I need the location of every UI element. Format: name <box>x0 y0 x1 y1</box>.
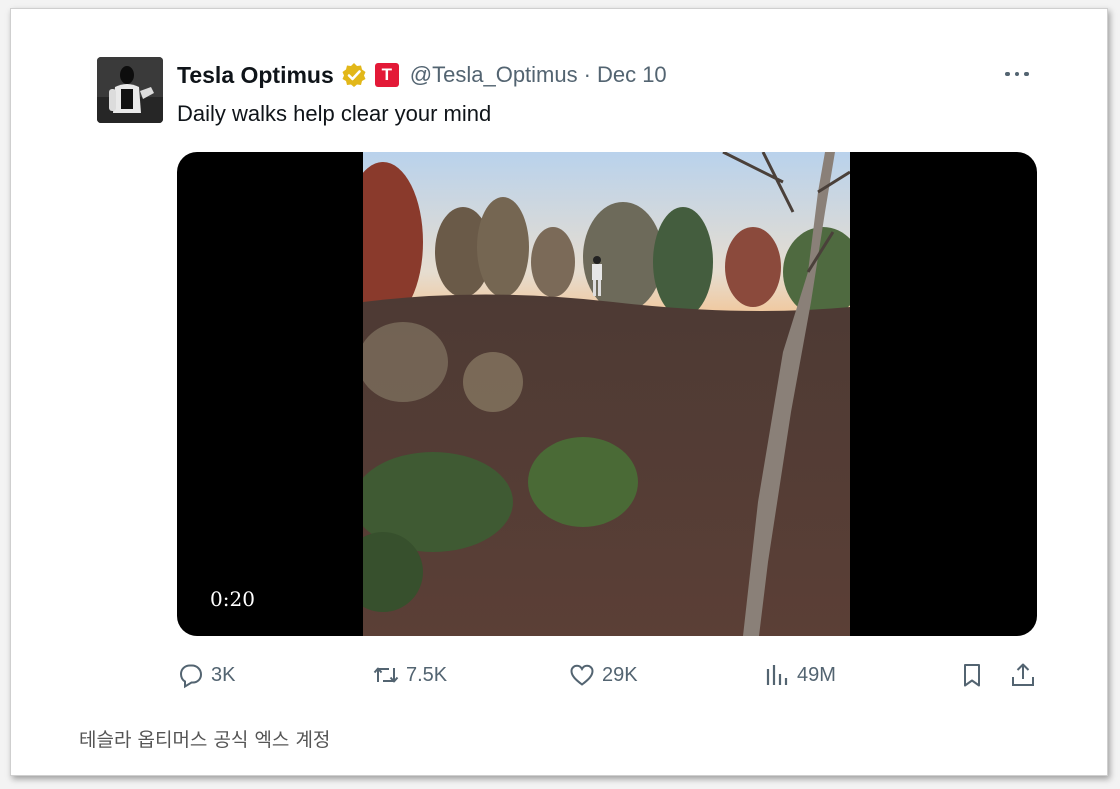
speech-bubble-icon <box>179 664 203 689</box>
more-horizontal-icon[interactable] <box>997 63 1037 85</box>
screenshot-frame: Tesla Optimus T @Tesla_Optimus · Dec 10 … <box>10 8 1108 776</box>
share-button[interactable] <box>1009 659 1037 691</box>
repost-button[interactable]: 7.5K <box>372 659 447 691</box>
tweet-header: Tesla Optimus T @Tesla_Optimus · Dec 10 <box>177 59 667 91</box>
tesla-affiliate-badge[interactable]: T <box>374 63 399 87</box>
verified-badge-icon[interactable] <box>341 62 367 88</box>
avatar[interactable] <box>97 57 163 123</box>
video-player[interactable]: 0:20 <box>177 152 1037 636</box>
views-count: 49M <box>797 663 836 686</box>
image-caption: 테슬라 옵티머스 공식 엑스 계정 <box>79 729 331 751</box>
action-bar: 3K 7.5K 29K 49M <box>177 659 1037 691</box>
heart-icon <box>570 664 594 686</box>
author-name[interactable]: Tesla Optimus <box>177 62 334 89</box>
bar-chart-icon <box>766 665 788 685</box>
repost-arrows-icon <box>373 667 399 683</box>
video-duration: 0:20 <box>210 587 255 611</box>
like-count: 29K <box>602 663 638 686</box>
video-frame <box>343 152 863 636</box>
tweet-date[interactable]: Dec 10 <box>597 62 667 88</box>
tweet-card[interactable]: Tesla Optimus T @Tesla_Optimus · Dec 10 … <box>97 49 1037 699</box>
tweet-text: Daily walks help clear your mind <box>177 101 492 126</box>
author-handle[interactable]: @Tesla_Optimus <box>410 62 578 88</box>
bookmark-button[interactable] <box>958 659 986 691</box>
reply-button[interactable]: 3K <box>177 659 235 691</box>
bookmark-icon <box>964 664 980 687</box>
like-button[interactable]: 29K <box>568 659 638 691</box>
views-button[interactable]: 49M <box>763 659 836 691</box>
repost-count: 7.5K <box>406 663 448 686</box>
header-separator: · <box>583 62 591 87</box>
reply-count: 3K <box>211 663 236 686</box>
share-upload-icon <box>1012 663 1034 686</box>
